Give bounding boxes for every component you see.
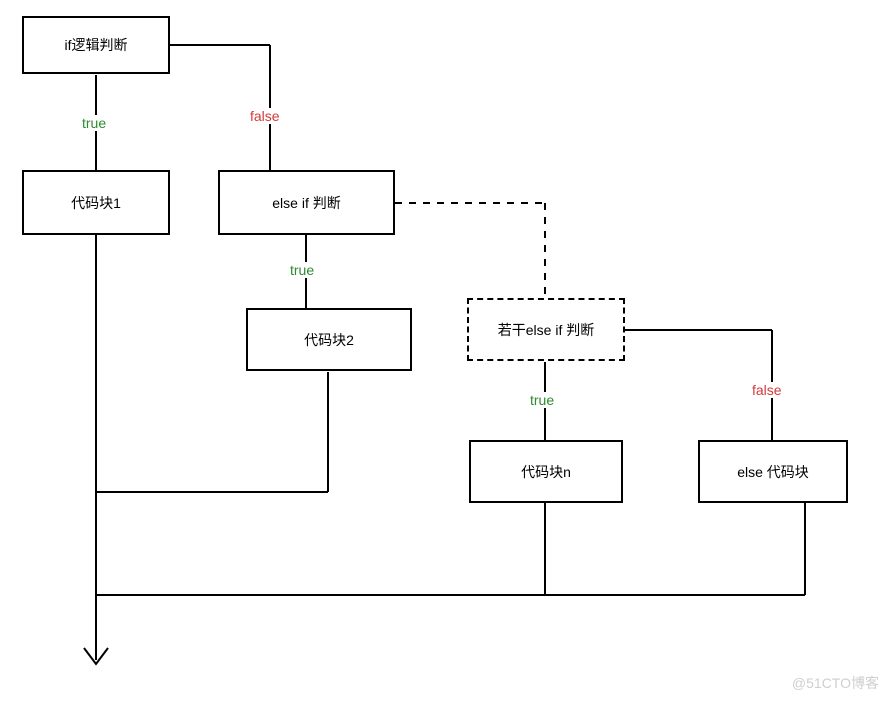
- edge-label-false: false: [250, 108, 280, 124]
- edge-label-true: true: [82, 115, 106, 131]
- edge-label-true: true: [530, 392, 554, 408]
- watermark: @51CTO博客: [792, 673, 879, 693]
- flow-lines: [0, 0, 889, 701]
- node-else-block: else 代码块: [698, 440, 848, 503]
- node-block2: 代码块2: [246, 308, 412, 371]
- node-block-n: 代码块n: [469, 440, 623, 503]
- node-label: else 代码块: [737, 462, 809, 482]
- node-label: 代码块n: [521, 462, 571, 482]
- edge-label-false: false: [752, 382, 782, 398]
- node-label: if逻辑判断: [65, 35, 128, 55]
- node-label: else if 判断: [272, 193, 340, 213]
- node-label: 代码块1: [71, 193, 121, 213]
- node-label: 代码块2: [304, 330, 354, 350]
- node-block1: 代码块1: [22, 170, 170, 235]
- node-n-elseif: 若干else if 判断: [467, 298, 625, 361]
- node-elseif: else if 判断: [218, 170, 395, 235]
- node-if-check: if逻辑判断: [22, 16, 170, 74]
- edge-label-true: true: [290, 262, 314, 278]
- node-label: 若干else if 判断: [498, 320, 594, 340]
